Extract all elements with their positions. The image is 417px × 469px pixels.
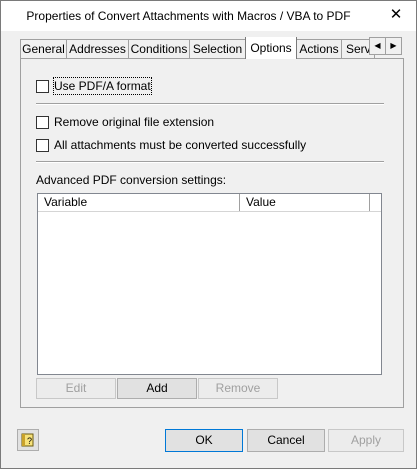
tab-scroll-right-button[interactable]: ▶ [385, 37, 402, 55]
tab-general[interactable]: General [20, 39, 67, 58]
separator-middle [36, 161, 384, 163]
tab-options[interactable]: Options [245, 37, 297, 59]
edit-button[interactable]: Edit [36, 378, 116, 399]
tab-strip: General Addresses Conditions Selection O… [20, 37, 403, 59]
window-title: Properties of Convert Attachments with M… [26, 9, 351, 23]
column-value[interactable]: Value [240, 194, 370, 211]
tab-addresses[interactable]: Addresses [66, 39, 129, 58]
chevron-left-icon: ◀ [374, 41, 381, 50]
separator-top [36, 103, 384, 105]
tab-actions[interactable]: Actions [296, 39, 342, 58]
list-header: Variable Value [38, 194, 381, 212]
ok-button[interactable]: OK [165, 429, 243, 452]
remove-extension-checkbox[interactable] [36, 116, 49, 129]
title-bar: Properties of Convert Attachments with M… [1, 1, 416, 31]
help-book-icon: ? [21, 433, 34, 447]
remove-extension-label: Remove original file extension [54, 115, 215, 129]
advanced-settings-label: Advanced PDF conversion settings: [36, 173, 227, 187]
help-button[interactable]: ? [17, 429, 39, 451]
svg-text:?: ? [27, 436, 32, 446]
add-button[interactable]: Add [117, 378, 197, 399]
close-icon: ✕ [389, 6, 403, 23]
use-pdfa-checkbox[interactable] [36, 80, 49, 93]
chevron-right-icon: ▶ [390, 41, 397, 50]
tab-conditions[interactable]: Conditions [128, 39, 190, 58]
column-variable[interactable]: Variable [38, 194, 240, 211]
apply-button[interactable]: Apply [328, 429, 404, 452]
advanced-settings-list[interactable]: Variable Value [37, 193, 382, 375]
properties-dialog: Properties of Convert Attachments with M… [0, 0, 417, 469]
tab-selection[interactable]: Selection [189, 39, 246, 58]
close-button[interactable]: ✕ [382, 5, 410, 25]
all-converted-label: All attachments must be converted succes… [54, 138, 307, 152]
all-converted-checkbox[interactable] [36, 139, 49, 152]
cancel-button[interactable]: Cancel [247, 429, 325, 452]
use-pdfa-label: Use PDF/A format [53, 77, 152, 95]
remove-button[interactable]: Remove [198, 378, 278, 399]
tab-scroll-left-button[interactable]: ◀ [369, 37, 386, 55]
